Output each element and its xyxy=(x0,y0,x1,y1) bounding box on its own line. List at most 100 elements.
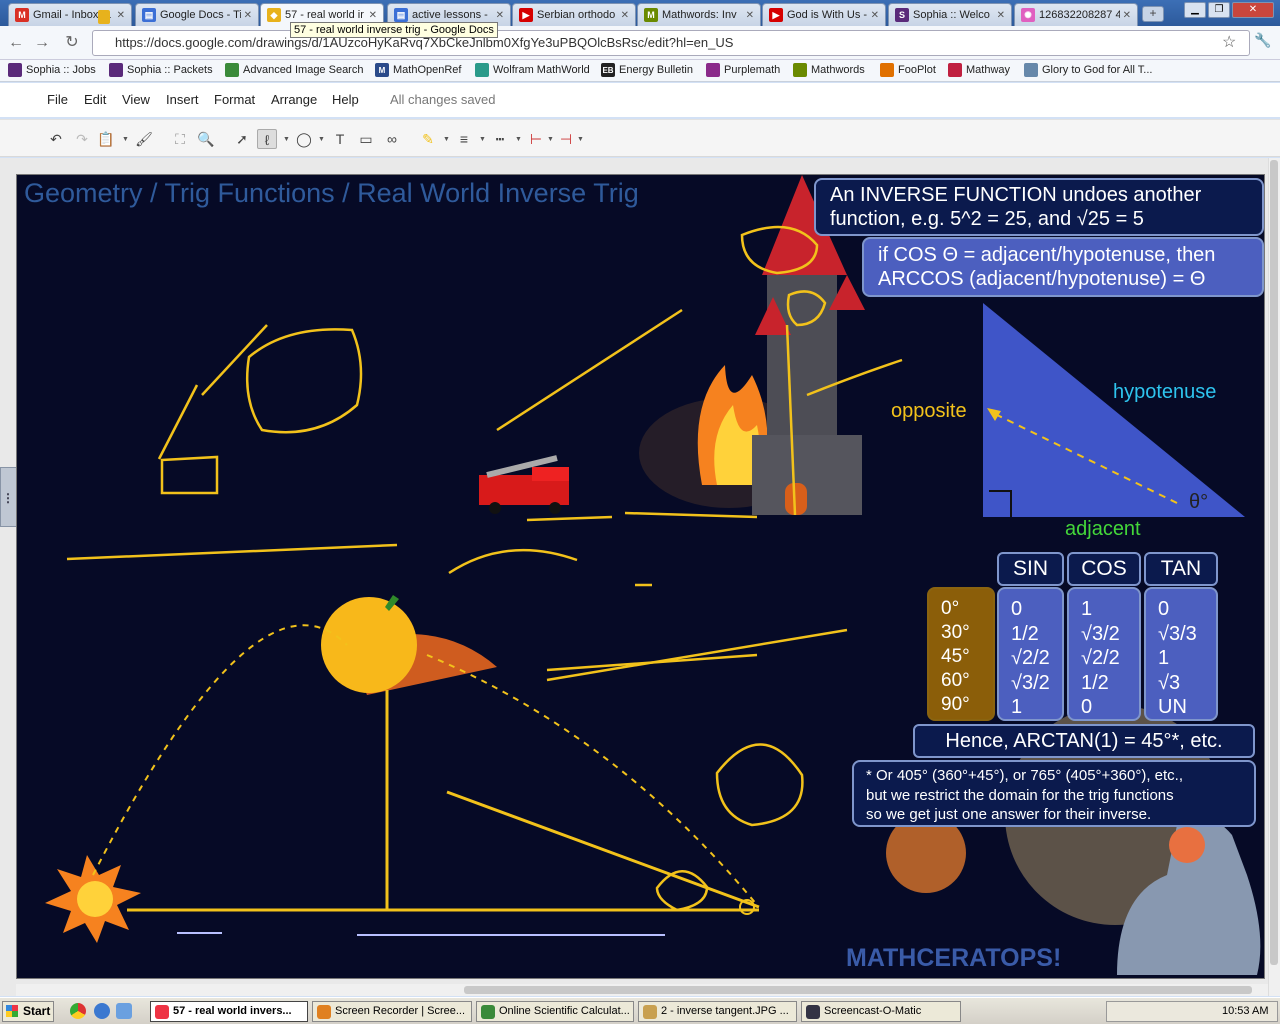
taskbar-task[interactable]: Screencast-O-Matic xyxy=(801,1001,961,1022)
image-icon[interactable]: ▭ xyxy=(356,129,376,149)
shape-dropdown-icon[interactable]: ▼ xyxy=(318,136,325,143)
bookmark-item[interactable]: Sophia :: Packets xyxy=(109,63,213,77)
angle-cell: 0° xyxy=(941,598,960,619)
line-start-icon[interactable]: ⊢ xyxy=(526,129,546,149)
close-tab-icon[interactable]: ✕ xyxy=(871,10,879,21)
bookmark-item[interactable]: Advanced Image Search xyxy=(225,63,363,77)
taskbar-task[interactable]: 57 - real world invers... xyxy=(150,1001,308,1022)
angle-cell: 60° xyxy=(941,670,970,691)
bookmark-item[interactable]: Glory to God for All T... xyxy=(1024,63,1152,77)
task-app-icon xyxy=(643,1005,657,1019)
menu-format[interactable]: Format xyxy=(214,92,255,107)
horizontal-scroll-thumb[interactable] xyxy=(464,986,1252,994)
line-weight-icon[interactable]: ≡ xyxy=(454,129,474,149)
footnote-line: * Or 405° (360°+45°), or 765° (405°+360°… xyxy=(866,767,1183,784)
menu-help[interactable]: Help xyxy=(332,92,359,107)
bookmark-favicon-icon xyxy=(880,63,894,77)
bookmark-item[interactable]: EB Energy Bulletin xyxy=(601,63,693,77)
menu-arrange[interactable]: Arrange xyxy=(271,92,317,107)
close-tab-icon[interactable]: ✕ xyxy=(369,10,377,21)
ie-quicklaunch-icon[interactable] xyxy=(94,1003,110,1019)
bookmark-item[interactable]: FooPlot xyxy=(880,63,936,77)
redo-icon[interactable]: ↷ xyxy=(72,129,92,149)
back-icon[interactable]: ← xyxy=(6,33,26,53)
line-start-dropdown-icon[interactable]: ▼ xyxy=(547,136,554,143)
close-tab-icon[interactable]: ✕ xyxy=(1123,10,1131,21)
paste-dropdown-icon[interactable]: ▼ xyxy=(122,136,129,143)
tan-header: TAN xyxy=(1144,552,1218,586)
close-tab-icon[interactable]: ✕ xyxy=(244,10,252,21)
docs-menu-bar: File Edit View Insert Format Arrange Help All … xyxy=(0,83,1280,117)
scribble-icon[interactable]: ℓ xyxy=(257,129,277,149)
zoom-icon[interactable]: 🔍 xyxy=(196,129,216,149)
close-tab-icon[interactable]: ✕ xyxy=(117,10,125,21)
bookmark-item[interactable]: M MathOpenRef xyxy=(375,63,461,77)
bookmark-favicon-icon xyxy=(948,63,962,77)
line-dropdown-icon[interactable]: ▼ xyxy=(283,136,290,143)
menu-file[interactable]: File xyxy=(47,92,68,107)
line-color-dropdown-icon[interactable]: ▼ xyxy=(443,136,450,143)
taskbar-task[interactable]: Screen Recorder | Scree... xyxy=(312,1001,472,1022)
wrench-menu-icon[interactable]: 🔧 xyxy=(1254,32,1271,49)
line-dash-dropdown-icon[interactable]: ▼ xyxy=(515,136,522,143)
slide-title: Geometry / Trig Functions / Real World I… xyxy=(24,178,639,208)
text-box-icon[interactable]: T xyxy=(330,129,350,149)
taskbar-task[interactable]: Online Scientific Calculat... xyxy=(476,1001,634,1022)
bookmark-item[interactable]: Purplemath xyxy=(706,63,780,77)
angle-column: 0° 30° 45° 60° 90° xyxy=(927,587,995,721)
close-window-button[interactable]: ✕ xyxy=(1232,2,1274,18)
task-label: Screencast-O-Matic xyxy=(824,1005,922,1017)
bookmark-label: Advanced Image Search xyxy=(243,64,364,76)
menu-edit[interactable]: Edit xyxy=(84,92,106,107)
paint-format-icon[interactable]: 🖌 xyxy=(134,129,154,149)
drawing-canvas[interactable]: Geometry / Trig Functions / Real World I… xyxy=(16,174,1265,979)
browser-tab[interactable]: ▤ Google Docs - Ti ✕ xyxy=(135,3,259,26)
browser-tab[interactable]: ▶ Serbian orthodo ✕ xyxy=(512,3,636,26)
close-tab-icon[interactable]: ✕ xyxy=(496,10,504,21)
select-icon[interactable]: ➚ xyxy=(232,129,252,149)
vertical-scroll-thumb[interactable] xyxy=(1270,160,1278,965)
browser-tab[interactable]: S Sophia :: Welco ✕ xyxy=(888,3,1012,26)
zoom-fit-icon[interactable]: ⛶ xyxy=(170,129,190,149)
bookmark-item[interactable]: Wolfram MathWorld xyxy=(475,63,590,77)
address-bar[interactable]: https://docs.google.com/drawings/d/1AUzc… xyxy=(92,30,1250,56)
paste-icon[interactable]: 📋 xyxy=(96,129,116,149)
line-end-dropdown-icon[interactable]: ▼ xyxy=(577,136,584,143)
forward-icon[interactable]: → xyxy=(32,33,52,53)
bookmark-label: Energy Bulletin xyxy=(619,64,693,76)
close-tab-icon[interactable]: ✕ xyxy=(621,10,629,21)
bookmark-item[interactable]: Mathway xyxy=(948,63,1010,77)
arccos-box-line: if COS Θ = adjacent/hypotenuse, then xyxy=(878,244,1216,266)
browser-tab[interactable]: ▶ God is With Us - ✕ xyxy=(762,3,886,26)
reload-icon[interactable]: ↻ xyxy=(62,33,82,53)
explorer-quicklaunch-icon[interactable] xyxy=(116,1003,132,1019)
undo-icon[interactable]: ↶ xyxy=(46,129,66,149)
bookmark-item[interactable]: Sophia :: Jobs xyxy=(8,63,96,77)
line-color-icon[interactable]: ✎ xyxy=(418,129,438,149)
menu-insert[interactable]: Insert xyxy=(166,92,199,107)
bookmark-label: Purplemath xyxy=(724,64,781,76)
minimize-button[interactable]: ▁ xyxy=(1184,2,1206,18)
maximize-button[interactable]: ❐ xyxy=(1208,2,1230,18)
browser-tab[interactable]: ✺ 126832208287 4 ✕ xyxy=(1014,3,1138,26)
taskbar-task[interactable]: 2 - inverse tangent.JPG ... xyxy=(638,1001,797,1022)
shape-icon[interactable]: ◯ xyxy=(294,129,314,149)
menu-view[interactable]: View xyxy=(122,92,150,107)
tan-column: 0 √3/3 1 √3 UN xyxy=(1144,587,1218,721)
chrome-quicklaunch-icon[interactable] xyxy=(70,1003,86,1019)
brand-label: MATHCERATOPS! xyxy=(846,944,1062,972)
bookmark-label: Wolfram MathWorld xyxy=(493,64,590,76)
browser-tab[interactable]: M Mathwords: Inv ✕ xyxy=(637,3,761,26)
line-dash-icon[interactable]: ┅ xyxy=(490,129,510,149)
bookmark-label: Sophia :: Jobs xyxy=(26,64,96,76)
windows-taskbar: Start 57 - real world invers... Screen Re… xyxy=(0,997,1280,1024)
browser-tab[interactable]: M Gmail - Inbox (1 ✕ xyxy=(8,3,132,26)
link-icon[interactable]: ∞ xyxy=(382,129,402,149)
bookmark-item[interactable]: Mathwords xyxy=(793,63,865,77)
new-tab-button[interactable]: + xyxy=(1142,6,1164,22)
close-tab-icon[interactable]: ✕ xyxy=(746,10,754,21)
line-end-icon[interactable]: ⊣ xyxy=(556,129,576,149)
bookmark-star-icon[interactable]: ☆ xyxy=(1222,32,1236,52)
close-tab-icon[interactable]: ✕ xyxy=(997,10,1005,21)
line-weight-dropdown-icon[interactable]: ▼ xyxy=(479,136,486,143)
